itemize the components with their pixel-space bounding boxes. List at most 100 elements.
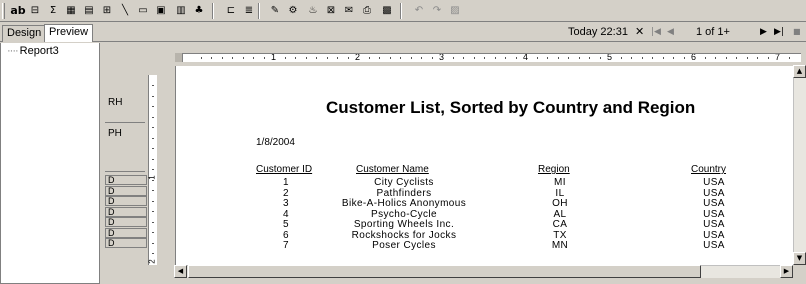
export-button[interactable]: ✉	[340, 3, 358, 19]
ruler-tick	[400, 57, 401, 59]
ruler-tick	[652, 57, 653, 59]
text-object-button[interactable]: ab	[8, 3, 28, 19]
highlighting-button[interactable]: ✎	[266, 3, 284, 19]
ruler-tick	[242, 57, 244, 59]
ruler-tick	[494, 57, 496, 59]
header-country: Country	[691, 164, 727, 175]
ruler-tick	[152, 211, 154, 212]
ruler-tick	[152, 242, 154, 244]
scroll-up-icon[interactable]: ▲	[793, 65, 806, 78]
ruler-tick	[284, 57, 286, 59]
cell-customer-name: Pathfinders	[376, 187, 432, 199]
chart-button[interactable]: ▥	[172, 3, 190, 19]
ruler-tick	[152, 95, 154, 97]
ruler-tick	[232, 57, 233, 59]
ruler-tick	[389, 57, 391, 59]
ruler-tick	[211, 57, 212, 59]
template-button[interactable]: ⊠	[322, 3, 340, 19]
ruler-number: 4	[523, 53, 529, 62]
ruler-tick	[316, 57, 317, 59]
section-detail[interactable]: D	[105, 196, 147, 206]
section-detail[interactable]: D	[105, 227, 147, 238]
cell-country: USA	[703, 229, 725, 241]
ruler-tick	[152, 85, 154, 86]
horizontal-scrollbar[interactable]: ◀ ▶	[174, 265, 793, 278]
cell-customer-id: 3	[283, 198, 289, 209]
section-report-header[interactable]: RH	[108, 97, 122, 109]
ruler-tick	[152, 116, 154, 118]
ruler-tick	[557, 57, 559, 59]
section-detail[interactable]: D	[105, 217, 147, 227]
section-detail[interactable]: D	[105, 185, 147, 196]
group-tree-button[interactable]: ⊏	[222, 3, 240, 19]
picture-button[interactable]: ▣	[152, 3, 170, 19]
scroll-right-icon[interactable]: ▶	[780, 265, 793, 278]
field-object-button[interactable]: ⊟	[26, 3, 44, 19]
ruler-tick	[662, 57, 664, 59]
tab-design[interactable]: Design	[2, 25, 47, 42]
cell-customer-name: City Cyclists	[374, 177, 434, 188]
ruler-tick	[620, 57, 622, 59]
line-button[interactable]: ╲	[116, 3, 134, 19]
ruler-tick	[347, 57, 349, 59]
ruler-tick	[704, 57, 706, 59]
map-button[interactable]: ♣	[190, 3, 208, 19]
header-customer-id: Customer ID	[256, 164, 313, 175]
ruler-tick	[152, 127, 154, 128]
ruler-tick	[421, 57, 422, 59]
ruler-tick	[736, 57, 737, 59]
database-expert-button[interactable]: ♨	[304, 3, 322, 19]
section-page-header[interactable]: PH	[108, 128, 122, 140]
first-page-icon[interactable]: |◀	[651, 25, 661, 39]
tree-item-report[interactable]: ···· Report3	[7, 45, 59, 57]
subreport-button[interactable]: ⊞	[98, 3, 116, 19]
redo-button[interactable]: ↷	[428, 3, 446, 19]
toolbar-grip[interactable]	[2, 3, 5, 19]
cell-customer-name: Rockshocks for Jocks	[351, 229, 457, 241]
ruler-tick	[152, 148, 154, 149]
scroll-down-icon[interactable]: ▼	[793, 252, 806, 265]
previous-page-icon[interactable]: ◀	[667, 25, 674, 39]
section-detail[interactable]: D	[105, 175, 147, 185]
select-expert-button[interactable]: ≣	[240, 3, 258, 19]
ruler-tick	[536, 57, 538, 59]
section-detail[interactable]: D	[105, 206, 147, 217]
ruler-tick	[431, 57, 433, 59]
print-button[interactable]: ⎙	[358, 3, 376, 19]
cell-customer-name: Bike-A-Holics Anonymous	[341, 198, 467, 209]
horizontal-scroll-thumb[interactable]	[188, 265, 701, 278]
ruler-tick	[767, 57, 769, 59]
ruler-tick	[715, 57, 716, 59]
cell-customer-name: Poser Cycles	[372, 240, 436, 251]
section-divider	[105, 122, 145, 123]
ruler-number: 2	[355, 53, 361, 62]
next-page-icon[interactable]: ▶	[760, 25, 767, 39]
cell-region: CA	[552, 219, 568, 230]
tab-preview[interactable]: Preview	[44, 24, 94, 42]
undo-button[interactable]: ↶	[410, 3, 428, 19]
ruler-tick	[746, 57, 748, 59]
toolbar-separator	[258, 3, 260, 19]
stop-icon[interactable]: ■	[793, 25, 801, 39]
preview-button[interactable]: ▩	[378, 3, 396, 19]
scroll-left-icon[interactable]: ◀	[174, 265, 187, 278]
horizontal-ruler: 1 2 3 4 5 6 7	[175, 53, 801, 62]
ruler-corner	[175, 53, 183, 62]
box-button[interactable]: ▭	[134, 3, 152, 19]
grid-button[interactable]: ▤	[80, 3, 98, 19]
formula-button[interactable]: ⚙	[284, 3, 302, 19]
last-page-icon[interactable]: ▶|	[774, 25, 784, 39]
cell-customer-id: 2	[283, 187, 289, 199]
tree-item-label: Report3	[19, 45, 59, 57]
ruler-tick	[463, 57, 464, 59]
cell-country: USA	[703, 240, 725, 251]
ruler-tick	[337, 57, 338, 59]
header-region: Region	[538, 164, 570, 175]
disabled-button[interactable]: ▨	[446, 3, 464, 19]
vertical-scrollbar[interactable]: ▲ ▼	[793, 65, 806, 265]
cross-tab-button[interactable]: ▦	[62, 3, 80, 19]
section-detail[interactable]: D	[105, 238, 147, 248]
close-icon[interactable]: ✕	[635, 25, 644, 39]
summary-button[interactable]: Σ	[44, 3, 62, 19]
report-date: 1/8/2004	[256, 137, 295, 148]
